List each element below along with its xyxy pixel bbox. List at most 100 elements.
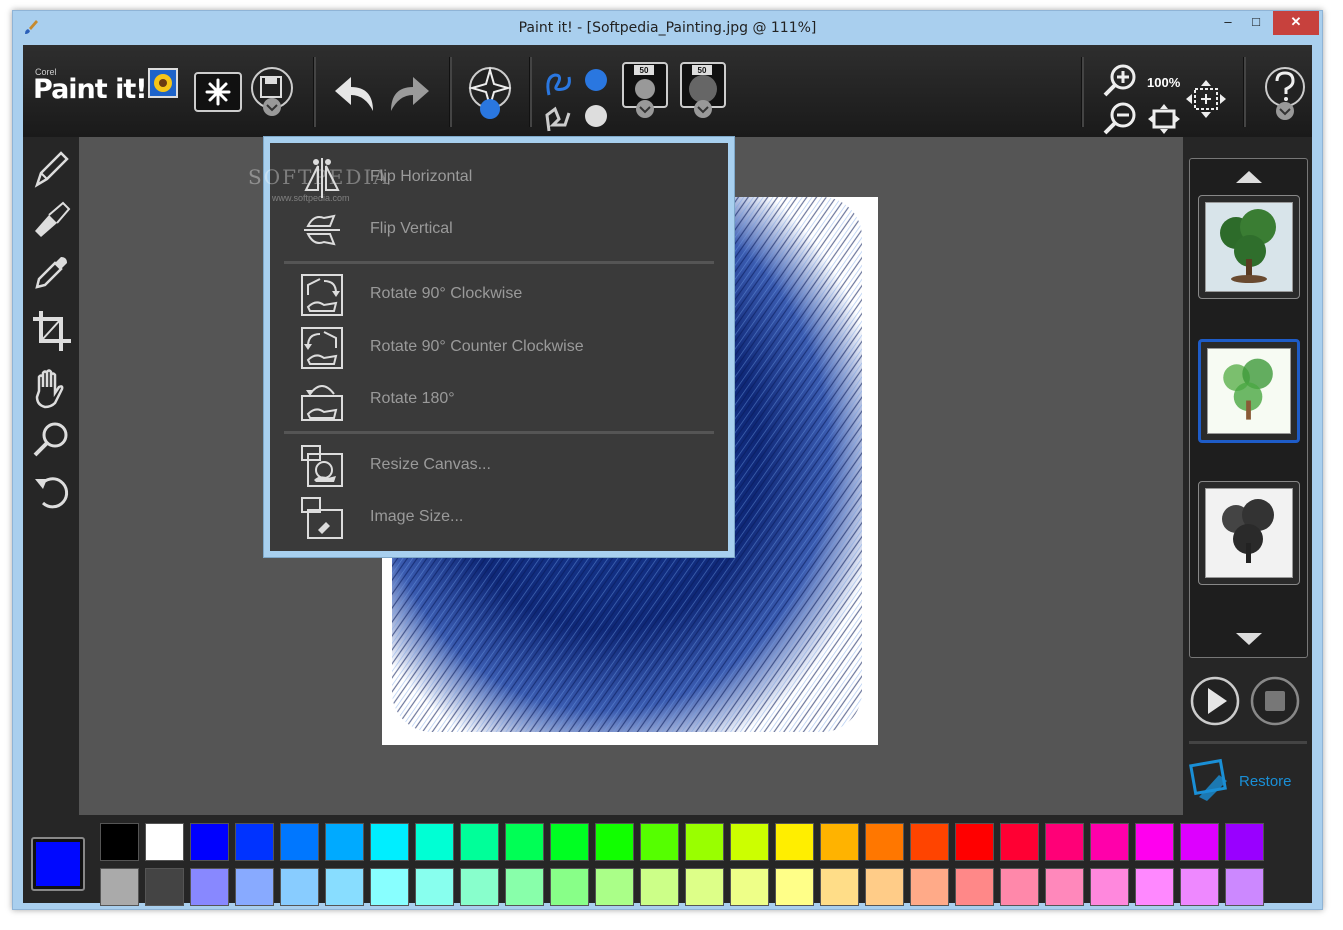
palette-color-swatch[interactable] (865, 823, 904, 861)
palette-color-swatch[interactable] (370, 868, 409, 906)
scroll-down-icon[interactable] (1234, 631, 1264, 647)
preset-thumbnail-watercolor[interactable] (1198, 339, 1300, 443)
brush-size-1-control[interactable]: 50 (621, 61, 669, 119)
new-effect-icon[interactable] (193, 71, 243, 113)
palette-color-swatch[interactable] (1045, 823, 1084, 861)
undo-icon[interactable] (333, 71, 379, 117)
palette-color-swatch[interactable] (1225, 823, 1264, 861)
palette-color-swatch[interactable] (415, 868, 454, 906)
palette-color-swatch[interactable] (865, 868, 904, 906)
restore-icon[interactable] (1189, 757, 1237, 805)
palette-color-swatch[interactable] (415, 823, 454, 861)
palette-color-swatch[interactable] (190, 823, 229, 861)
zoom-out-icon[interactable] (1101, 101, 1139, 137)
menu-item-flip-vertical[interactable]: Flip Vertical (270, 203, 728, 253)
rotate-tool-icon[interactable] (31, 471, 71, 511)
toolbar-separator (1243, 57, 1246, 127)
palette-color-swatch[interactable] (460, 868, 499, 906)
palette-color-swatch[interactable] (550, 823, 589, 861)
palette-color-swatch[interactable] (550, 868, 589, 906)
palette-color-swatch[interactable] (100, 823, 139, 861)
palette-color-swatch[interactable] (100, 868, 139, 906)
palette-color-swatch[interactable] (1090, 868, 1129, 906)
palette-color-swatch[interactable] (685, 868, 724, 906)
stroke-smooth-icon[interactable] (543, 67, 575, 99)
save-icon[interactable] (249, 65, 295, 117)
pencil-tool-icon[interactable] (31, 149, 71, 189)
palette-color-swatch[interactable] (235, 868, 274, 906)
palette-color-swatch[interactable] (460, 823, 499, 861)
fit-to-window-icon[interactable] (1147, 103, 1181, 135)
stroke-rough-icon[interactable] (543, 103, 575, 135)
palette-color-swatch[interactable] (280, 823, 319, 861)
brush-tool-icon[interactable] (31, 201, 71, 241)
preset-thumbnails (1189, 158, 1308, 658)
palette-color-swatch[interactable] (235, 823, 274, 861)
palette-color-swatch[interactable] (640, 868, 679, 906)
crop-tool-icon[interactable] (31, 309, 71, 353)
play-icon[interactable] (1189, 675, 1241, 727)
stop-icon[interactable] (1249, 675, 1301, 727)
palette-color-swatch[interactable] (820, 823, 859, 861)
palette-color-swatch[interactable] (145, 868, 184, 906)
palette-color-swatch[interactable] (1045, 868, 1084, 906)
title-bar[interactable]: Paint it! - [Softpedia_Painting.jpg @ 11… (13, 11, 1322, 45)
palette-color-swatch[interactable] (1000, 868, 1039, 906)
help-icon[interactable] (1263, 65, 1307, 121)
palette-color-swatch[interactable] (1135, 823, 1174, 861)
preset-thumbnail-photo[interactable] (1198, 195, 1300, 299)
palette-color-swatch[interactable] (595, 868, 634, 906)
palette-color-swatch[interactable] (1090, 823, 1129, 861)
palette-color-swatch[interactable] (730, 868, 769, 906)
palette-color-swatch[interactable] (640, 823, 679, 861)
palette-color-swatch[interactable] (1135, 868, 1174, 906)
palette-color-swatch[interactable] (775, 868, 814, 906)
menu-item-rotate-cw[interactable]: Rotate 90° Clockwise (270, 268, 728, 318)
menu-item-rotate-ccw[interactable]: Rotate 90° Counter Clockwise (270, 321, 728, 371)
image-transform-menu: SOFTPEDIA www.softpedia.com Flip Horizon… (248, 137, 734, 557)
palette-color-swatch[interactable] (910, 823, 949, 861)
menu-item-resize-canvas[interactable]: Resize Canvas... (270, 439, 728, 489)
palette-color-swatch[interactable] (910, 868, 949, 906)
menu-item-image-size[interactable]: Image Size... (270, 491, 728, 541)
palette-color-swatch[interactable] (730, 823, 769, 861)
palette-color-swatch[interactable] (595, 823, 634, 861)
zoom-in-icon[interactable] (1101, 63, 1139, 99)
compass-effects-icon[interactable] (467, 65, 513, 121)
palette-color-swatch[interactable] (685, 823, 724, 861)
palette-color-swatch[interactable] (505, 868, 544, 906)
palette-color-swatch[interactable] (1180, 868, 1219, 906)
color-blue-dot-icon[interactable] (583, 67, 609, 93)
palette-color-swatch[interactable] (1225, 868, 1264, 906)
magnifier-tool-icon[interactable] (31, 419, 71, 459)
palette-color-swatch[interactable] (955, 868, 994, 906)
redo-icon[interactable] (385, 71, 431, 117)
palette-color-swatch[interactable] (1180, 823, 1219, 861)
brush-size-2-control[interactable]: 50 (679, 61, 727, 119)
color-white-dot-icon[interactable] (583, 103, 609, 129)
palette-color-swatch[interactable] (775, 823, 814, 861)
palette-color-swatch[interactable] (1000, 823, 1039, 861)
palette-color-swatch[interactable] (820, 868, 859, 906)
minimize-button[interactable]: – (1213, 11, 1243, 35)
preset-thumbnail-pencil[interactable] (1198, 481, 1300, 585)
palette-color-swatch[interactable] (325, 823, 364, 861)
current-color-swatch[interactable] (31, 837, 85, 891)
menu-item-flip-horizontal[interactable]: Flip Horizontal (270, 151, 728, 201)
palette-color-swatch[interactable] (280, 868, 319, 906)
close-button[interactable]: ✕ (1273, 11, 1319, 35)
maximize-button[interactable]: □ (1241, 11, 1271, 35)
palette-color-swatch[interactable] (505, 823, 544, 861)
palette-color-swatch[interactable] (325, 868, 364, 906)
restore-button[interactable]: Restore (1239, 773, 1292, 790)
palette-color-swatch[interactable] (370, 823, 409, 861)
scroll-up-icon[interactable] (1234, 169, 1264, 185)
palette-color-swatch[interactable] (145, 823, 184, 861)
menu-item-label: Flip Vertical (370, 220, 453, 237)
menu-item-rotate-180[interactable]: Rotate 180° (270, 373, 728, 423)
eyedropper-tool-icon[interactable] (31, 253, 71, 293)
palette-color-swatch[interactable] (955, 823, 994, 861)
hand-pan-tool-icon[interactable] (29, 367, 73, 411)
pan-center-icon[interactable] (1185, 79, 1227, 119)
palette-color-swatch[interactable] (190, 868, 229, 906)
